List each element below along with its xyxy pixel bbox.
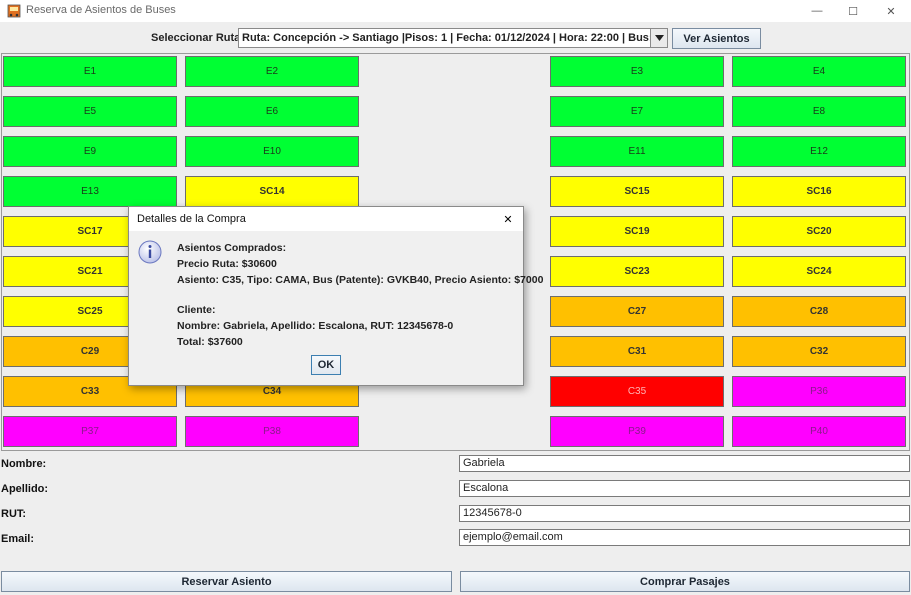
dialog-line: Total: $37600 bbox=[177, 336, 243, 348]
seat-button[interactable]: SC15 bbox=[550, 176, 724, 207]
close-icon[interactable]: ✕ bbox=[499, 210, 517, 228]
email-field[interactable]: ejemplo@email.com bbox=[459, 529, 910, 546]
dialog-titlebar: Detalles de la Compra ✕ bbox=[129, 207, 523, 231]
seat-button[interactable]: E10 bbox=[185, 136, 359, 167]
window-titlebar: Reserva de Asientos de Buses — ☐ ✕ bbox=[0, 0, 911, 22]
dialog-line: Asiento: C35, Tipo: CAMA, Bus (Patente):… bbox=[177, 274, 544, 286]
seat-button[interactable]: P39 bbox=[550, 416, 724, 447]
seat-button[interactable]: E9 bbox=[3, 136, 177, 167]
purchase-details-dialog: Detalles de la Compra ✕ Asientos Comprad… bbox=[128, 206, 543, 386]
route-select[interactable]: Ruta: Concepción -> Santiago |Pisos: 1 |… bbox=[238, 28, 668, 48]
dialog-title: Detalles de la Compra bbox=[137, 213, 246, 225]
seat-button[interactable]: SC23 bbox=[550, 256, 724, 287]
route-selected-value: Ruta: Concepción -> Santiago |Pisos: 1 |… bbox=[242, 32, 650, 44]
comprar-pasajes-button[interactable]: Comprar Pasajes bbox=[460, 571, 910, 592]
seat-button[interactable]: E3 bbox=[550, 56, 724, 87]
app-icon bbox=[7, 4, 21, 18]
route-label: Seleccionar Ruta: bbox=[151, 32, 244, 44]
seat-button[interactable]: E8 bbox=[732, 96, 906, 127]
ok-button[interactable]: OK bbox=[311, 355, 341, 375]
seat-button[interactable]: SC16 bbox=[732, 176, 906, 207]
seat-button[interactable]: P36 bbox=[732, 376, 906, 407]
window-title: Reserva de Asientos de Buses bbox=[26, 4, 176, 16]
seat-button[interactable]: E11 bbox=[550, 136, 724, 167]
apellido-label: Apellido: bbox=[1, 483, 49, 495]
seat-button[interactable]: C27 bbox=[550, 296, 724, 327]
seat-button[interactable]: E2 bbox=[185, 56, 359, 87]
close-window-button[interactable]: ✕ bbox=[874, 0, 908, 22]
info-icon bbox=[138, 240, 162, 264]
seat-button[interactable]: E5 bbox=[3, 96, 177, 127]
rut-field[interactable]: 12345678-0 bbox=[459, 505, 910, 522]
seat-button[interactable]: SC19 bbox=[550, 216, 724, 247]
seat-button[interactable]: E12 bbox=[732, 136, 906, 167]
seat-button[interactable]: P40 bbox=[732, 416, 906, 447]
chevron-down-icon[interactable] bbox=[650, 29, 667, 47]
maximize-button[interactable]: ☐ bbox=[836, 0, 870, 22]
nombre-label: Nombre: bbox=[1, 458, 47, 470]
dialog-line: Cliente: bbox=[177, 304, 216, 316]
seat-button[interactable]: E4 bbox=[732, 56, 906, 87]
dialog-line: Nombre: Gabriela, Apellido: Escalona, RU… bbox=[177, 320, 454, 332]
ver-asientos-button[interactable]: Ver Asientos bbox=[672, 28, 761, 49]
minimize-button[interactable]: — bbox=[800, 0, 834, 22]
seat-button[interactable]: P38 bbox=[185, 416, 359, 447]
seat-button[interactable]: C28 bbox=[732, 296, 906, 327]
seat-button[interactable]: E7 bbox=[550, 96, 724, 127]
email-label: Email: bbox=[1, 533, 35, 545]
seat-button[interactable]: E1 bbox=[3, 56, 177, 87]
seat-button[interactable]: SC24 bbox=[732, 256, 906, 287]
seat-button[interactable]: C35 bbox=[550, 376, 724, 407]
seat-button[interactable]: C31 bbox=[550, 336, 724, 367]
nombre-field[interactable]: Gabriela bbox=[459, 455, 910, 472]
reservar-asiento-button[interactable]: Reservar Asiento bbox=[1, 571, 452, 592]
rut-label: RUT: bbox=[1, 508, 27, 520]
seat-button[interactable]: P37 bbox=[3, 416, 177, 447]
seat-button[interactable]: SC20 bbox=[732, 216, 906, 247]
dialog-line: Asientos Comprados: bbox=[177, 242, 287, 254]
seat-button[interactable]: E13 bbox=[3, 176, 177, 207]
seat-button[interactable]: E6 bbox=[185, 96, 359, 127]
seat-button[interactable]: SC14 bbox=[185, 176, 359, 207]
dialog-line: Precio Ruta: $30600 bbox=[177, 258, 277, 270]
route-bar: Seleccionar Ruta: Ruta: Concepción -> Sa… bbox=[0, 25, 911, 51]
apellido-field[interactable]: Escalona bbox=[459, 480, 910, 497]
seat-button[interactable]: C32 bbox=[732, 336, 906, 367]
